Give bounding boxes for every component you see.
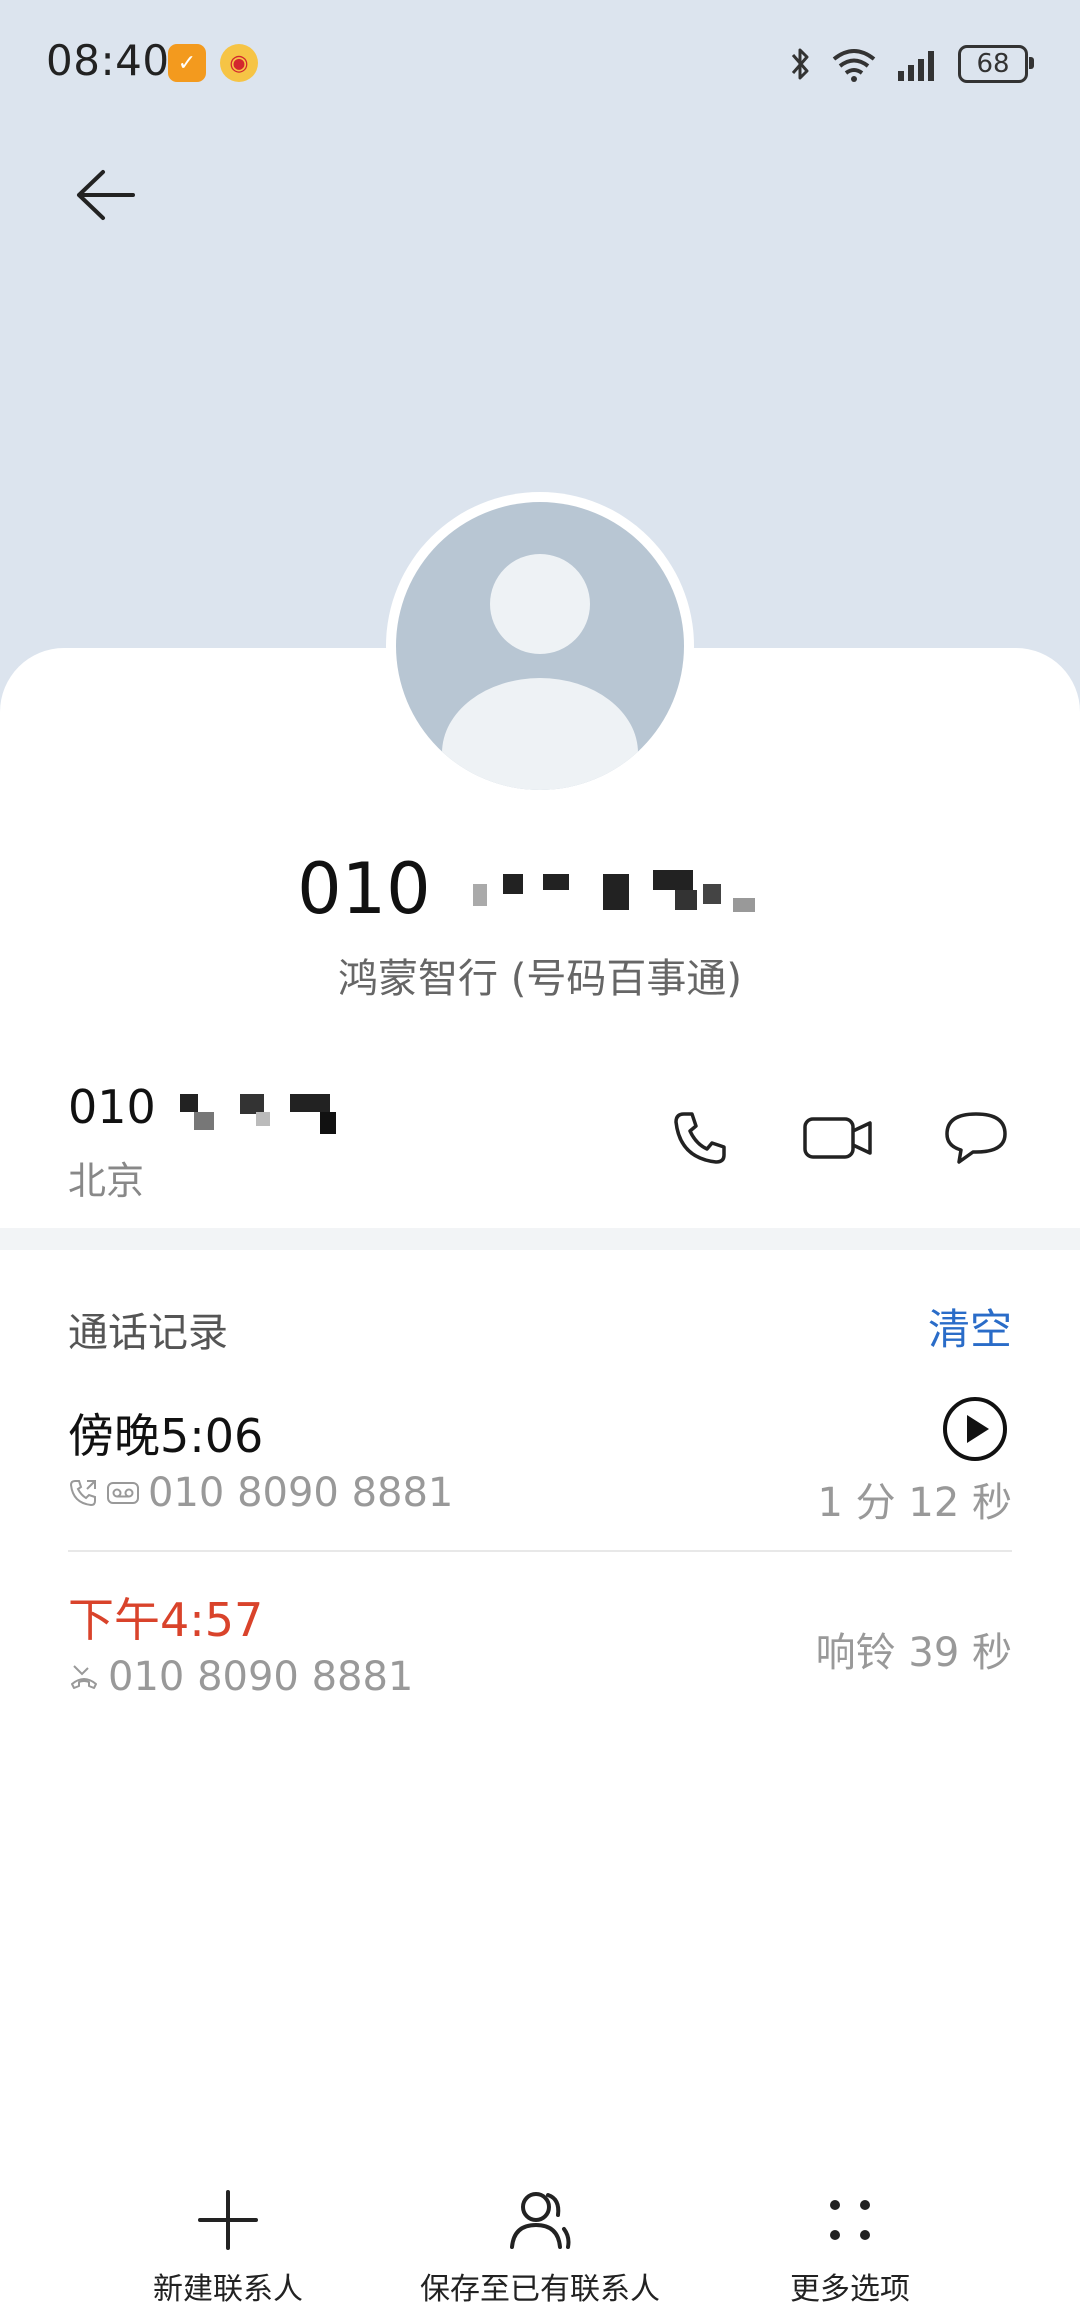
- save-to-existing-button[interactable]: 保存至已有联系人: [400, 2180, 680, 2308]
- call-record-duration: 1 分 12 秒: [817, 1480, 1013, 1526]
- record-separator: [68, 1550, 1012, 1552]
- clear-call-log-button[interactable]: 清空: [928, 1296, 1012, 1357]
- phone-icon: [674, 1112, 726, 1164]
- new-contact-label: 新建联系人: [153, 2272, 303, 2307]
- contact-organization: 鸿蒙智行 (号码百事通): [338, 956, 742, 1002]
- status-time: 08:40: [46, 36, 170, 85]
- more-icon: [810, 2180, 890, 2260]
- plus-icon: [188, 2180, 268, 2260]
- more-options-label: 更多选项: [790, 2272, 910, 2307]
- call-record-time[interactable]: 傍晚5:06: [68, 1400, 263, 1466]
- bluetooth-icon: [791, 48, 809, 80]
- battery-icon: 68: [958, 45, 1034, 83]
- missed-call-icon: [71, 1665, 97, 1689]
- status-right-icons: 68: [790, 40, 1034, 88]
- video-call-button[interactable]: [798, 1098, 878, 1178]
- redacted-block: [472, 869, 755, 912]
- phone-number-text: 010: [68, 1080, 156, 1134]
- call-record-detail: 010 8090 8881: [68, 1470, 453, 1516]
- back-arrow-icon: [77, 170, 135, 220]
- call-button[interactable]: [660, 1098, 740, 1178]
- play-icon: [943, 1397, 1007, 1461]
- outgoing-call-icon: [69, 1480, 96, 1507]
- wifi-icon: [832, 49, 876, 82]
- redacted-block: [180, 1093, 337, 1134]
- contact-avatar: [386, 492, 694, 800]
- missed-call-time[interactable]: 下午4:57: [68, 1584, 263, 1650]
- call-record-number: 010 8090 8881: [108, 1654, 414, 1700]
- phone-number[interactable]: 010: [68, 1080, 350, 1136]
- message-icon: [945, 1112, 1007, 1164]
- save-to-existing-label: 保存至已有联系人: [420, 2272, 660, 2307]
- more-options-button[interactable]: 更多选项: [770, 2180, 930, 2308]
- person-icon: [500, 2180, 580, 2260]
- call-record-number: 010 8090 8881: [148, 1470, 454, 1516]
- call-record-detail: 010 8090 8881: [68, 1654, 413, 1700]
- play-recording-button[interactable]: [942, 1396, 1008, 1462]
- contact-number-text: 010: [297, 848, 431, 930]
- app-notification-icon: ✓: [168, 44, 206, 82]
- back-button[interactable]: [60, 150, 150, 240]
- voicemail-icon: [107, 1482, 139, 1504]
- weibo-icon: ◉: [220, 44, 258, 82]
- avatar-placeholder-icon: [396, 502, 684, 790]
- message-button[interactable]: [936, 1098, 1016, 1178]
- contact-number: 010: [0, 848, 1080, 938]
- phone-location: 北京: [68, 1159, 145, 1203]
- signal-icon: [898, 51, 934, 81]
- section-divider: [0, 1228, 1080, 1250]
- call-log-title: 通话记录: [68, 1310, 228, 1356]
- video-call-icon: [803, 1117, 872, 1159]
- new-contact-button[interactable]: 新建联系人: [148, 2180, 308, 2308]
- call-record-duration: 响铃 39 秒: [815, 1630, 1012, 1676]
- battery-level: 68: [976, 49, 1010, 79]
